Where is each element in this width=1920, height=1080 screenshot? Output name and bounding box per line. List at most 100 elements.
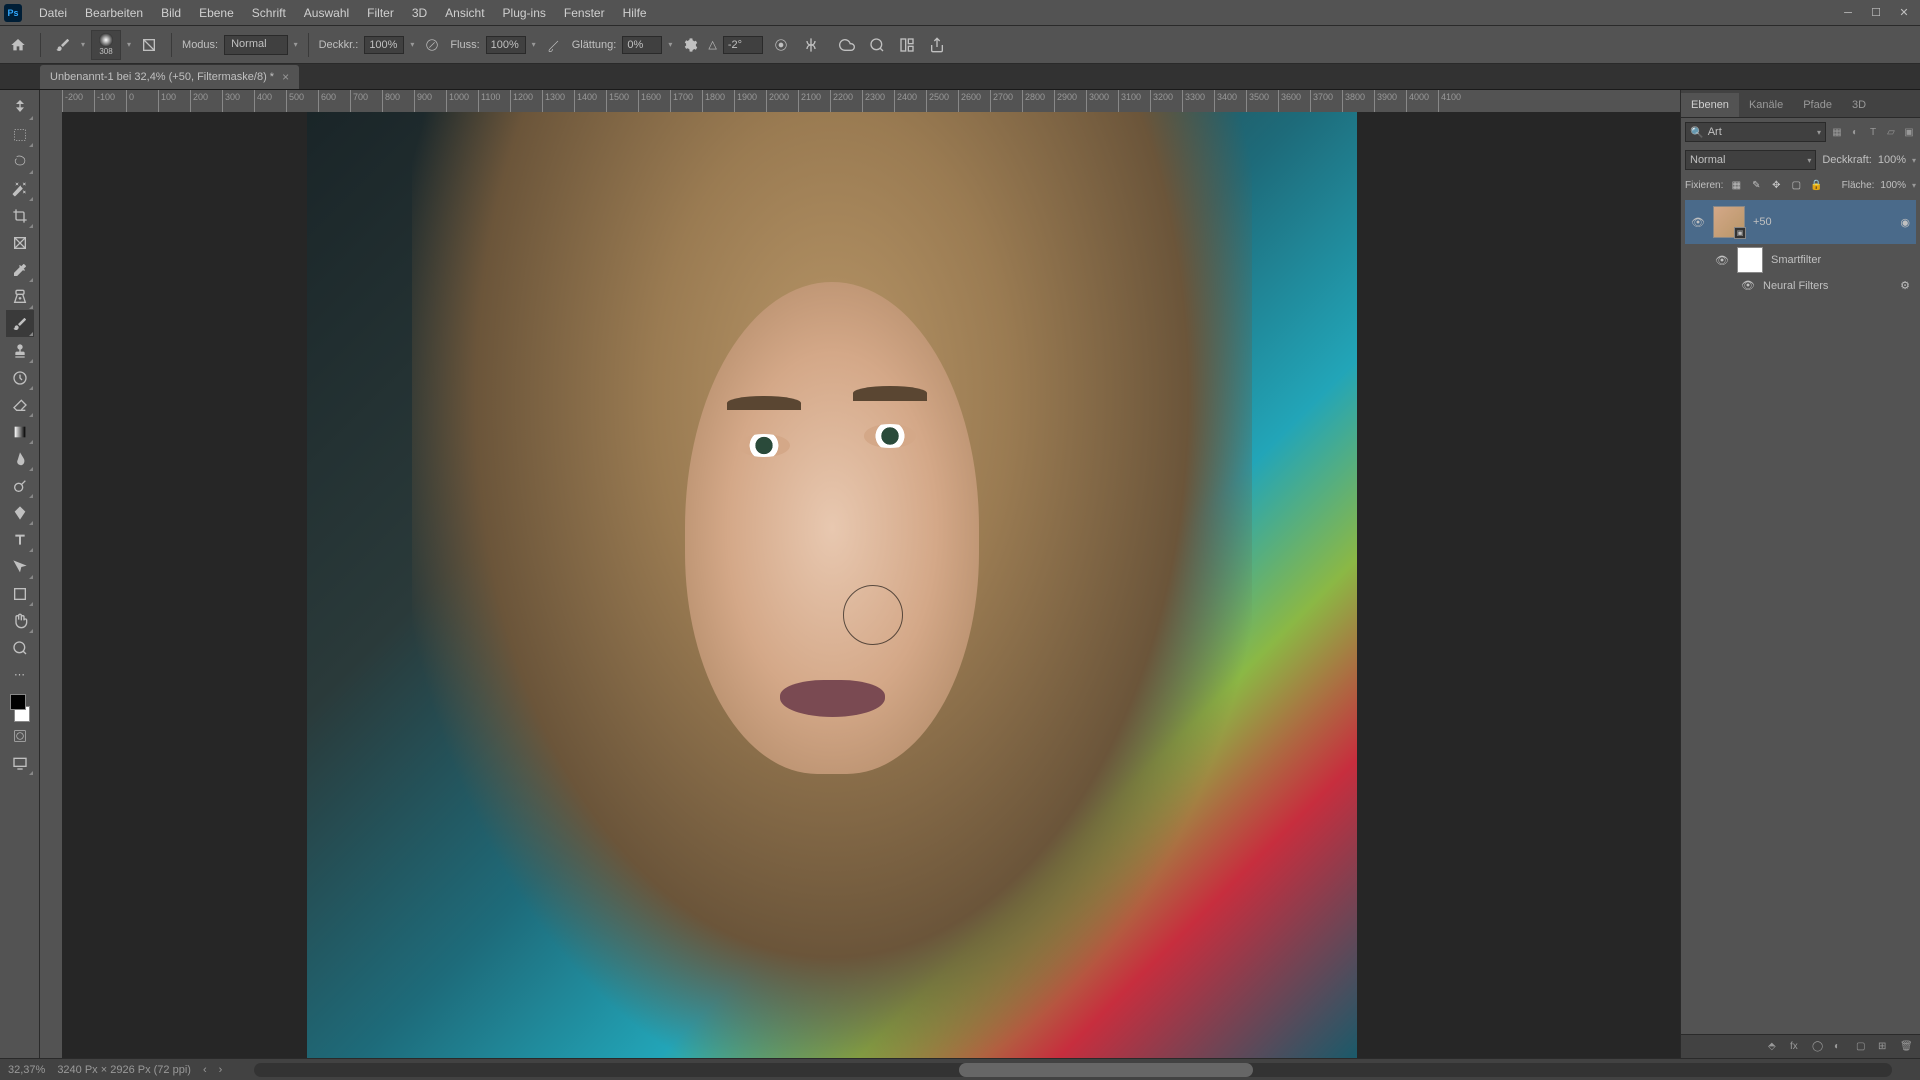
modus-chevron-icon[interactable]: ▾ (294, 40, 298, 49)
home-icon[interactable] (6, 33, 30, 57)
eraser-tool[interactable] (6, 391, 34, 418)
menu-bearbeiten[interactable]: Bearbeiten (76, 6, 152, 20)
brush-chevron-icon[interactable]: ▾ (127, 40, 131, 49)
layer-row[interactable]: 👁 ▣ +50 ◉ (1685, 200, 1916, 244)
layer-name[interactable]: +50 (1753, 216, 1892, 228)
frame-tool[interactable] (6, 229, 34, 256)
filter-shape-icon[interactable]: ▱ (1884, 125, 1898, 139)
screenmode-icon[interactable] (6, 749, 34, 776)
heal-tool[interactable] (6, 283, 34, 310)
flow-chevron-icon[interactable]: ▾ (532, 40, 536, 49)
filter-adjust-icon[interactable]: ◐ (1848, 125, 1862, 139)
zoom-tool[interactable] (6, 634, 34, 661)
info-chevron-left-icon[interactable]: ‹ (203, 1064, 207, 1076)
opacity-chev-icon[interactable]: ▾ (1912, 156, 1916, 165)
menu-filter[interactable]: Filter (358, 6, 403, 20)
tab-pfade[interactable]: Pfade (1793, 93, 1842, 117)
visibility-icon[interactable]: 👁 (1741, 279, 1755, 292)
maximize-button[interactable]: ☐ (1864, 4, 1888, 22)
menu-schrift[interactable]: Schrift (243, 6, 295, 20)
tool-chevron-icon[interactable]: ▾ (81, 40, 85, 49)
filter-smart-icon[interactable]: ▣ (1902, 125, 1916, 139)
ruler-vertical[interactable] (40, 112, 62, 1058)
modus-select[interactable]: Normal (224, 35, 287, 55)
filter-type-icon[interactable]: T (1866, 125, 1880, 139)
opacity-value[interactable]: 100% (1878, 154, 1906, 166)
layer-thumbnail[interactable]: ▣ (1713, 206, 1745, 238)
dodge-tool[interactable] (6, 472, 34, 499)
horizontal-scrollbar[interactable] (254, 1063, 1892, 1077)
move-tool[interactable] (6, 94, 34, 121)
canvas[interactable] (62, 112, 1680, 1058)
menu-bild[interactable]: Bild (152, 6, 190, 20)
menu-fenster[interactable]: Fenster (555, 6, 614, 20)
opacity-chevron-icon[interactable]: ▾ (410, 40, 414, 49)
angle-input[interactable]: -2° (723, 36, 763, 54)
smartfilter-row[interactable]: 👁 Smartfilter (1685, 244, 1916, 276)
menu-hilfe[interactable]: Hilfe (614, 6, 656, 20)
symmetry-icon[interactable] (799, 33, 823, 57)
fill-chev-icon[interactable]: ▾ (1912, 181, 1916, 190)
foreground-color[interactable] (10, 694, 26, 710)
minimize-button[interactable]: ─ (1836, 4, 1860, 22)
opacity-input[interactable]: 100% (364, 36, 404, 54)
brush-panel-icon[interactable] (137, 33, 161, 57)
fill-value[interactable]: 100% (1880, 180, 1906, 191)
menu-ebene[interactable]: Ebene (190, 6, 243, 20)
stamp-tool[interactable] (6, 337, 34, 364)
edit-toolbar-icon[interactable]: ⋯ (6, 661, 34, 688)
ruler-horizontal[interactable]: -200-10001002003004005006007008009001000… (62, 90, 1680, 112)
menu-auswahl[interactable]: Auswahl (295, 6, 358, 20)
brush-preview[interactable]: 308 (91, 30, 121, 60)
visibility-icon[interactable]: 👁 (1715, 254, 1729, 267)
adjustment-icon[interactable]: ◐ (1834, 1041, 1848, 1052)
smoothing-gear-icon[interactable] (678, 33, 702, 57)
menu-datei[interactable]: Datei (30, 6, 76, 20)
share-icon[interactable] (925, 33, 949, 57)
tab-ebenen[interactable]: Ebenen (1681, 93, 1739, 117)
close-tab-icon[interactable]: × (282, 70, 289, 84)
zoom-level[interactable]: 32,37% (8, 1064, 45, 1076)
document-tab[interactable]: Unbenannt-1 bei 32,4% (+50, Filtermaske/… (40, 65, 299, 89)
document-info[interactable]: 3240 Px × 2926 Px (72 ppi) (57, 1064, 191, 1076)
brush-tool[interactable] (6, 310, 34, 337)
lock-pos-icon[interactable]: ✥ (1769, 178, 1783, 192)
smoothing-input[interactable]: 0% (622, 36, 662, 54)
neural-filter-row[interactable]: 👁 Neural Filters ⚙ (1685, 276, 1916, 295)
filter-mask-thumbnail[interactable] (1737, 247, 1763, 273)
tab-3d[interactable]: 3D (1842, 93, 1876, 117)
menu-plugins[interactable]: Plug-ins (494, 6, 555, 20)
delete-icon[interactable]: 🗑 (1900, 1041, 1914, 1052)
mask-icon[interactable]: ◯ (1812, 1041, 1826, 1052)
airbrush-icon[interactable] (542, 33, 566, 57)
link-icon[interactable]: ⬘ (1768, 1041, 1782, 1052)
fx-icon[interactable]: fx (1790, 1041, 1804, 1052)
menu-ansicht[interactable]: Ansicht (436, 6, 493, 20)
marquee-tool[interactable] (6, 121, 34, 148)
close-button[interactable]: ✕ (1892, 4, 1916, 22)
color-swatches[interactable] (6, 694, 34, 722)
blend-mode-select[interactable]: Normal▾ (1685, 150, 1816, 170)
filter-image-icon[interactable]: ▦ (1830, 125, 1844, 139)
brush-tool-icon[interactable] (51, 33, 75, 57)
workspace-icon[interactable] (895, 33, 919, 57)
search-icon[interactable] (865, 33, 889, 57)
type-tool[interactable] (6, 526, 34, 553)
cloud-icon[interactable] (835, 33, 859, 57)
eyedropper-tool[interactable] (6, 256, 34, 283)
tab-kanale[interactable]: Kanäle (1739, 93, 1793, 117)
crop-tool[interactable] (6, 202, 34, 229)
filter-options-icon[interactable]: ⚙ (1900, 279, 1910, 292)
info-chevron-right-icon[interactable]: › (219, 1064, 223, 1076)
group-icon[interactable]: ▢ (1856, 1041, 1870, 1052)
size-pressure-icon[interactable] (769, 33, 793, 57)
lock-all-icon[interactable]: 🔒 (1809, 178, 1823, 192)
path-tool[interactable] (6, 553, 34, 580)
flow-input[interactable]: 100% (486, 36, 526, 54)
history-brush-tool[interactable] (6, 364, 34, 391)
blur-tool[interactable] (6, 445, 34, 472)
menu-3d[interactable]: 3D (403, 6, 436, 20)
hand-tool[interactable] (6, 607, 34, 634)
opacity-pressure-icon[interactable] (420, 33, 444, 57)
lasso-tool[interactable] (6, 148, 34, 175)
